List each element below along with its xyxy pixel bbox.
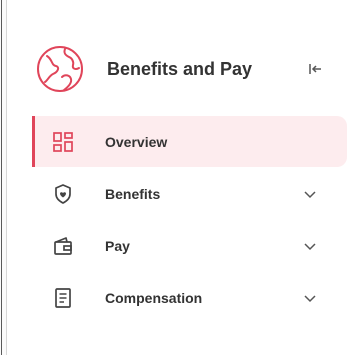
nav-item-pay[interactable]: Pay	[32, 220, 347, 271]
chevron-down-icon[interactable]	[302, 290, 318, 306]
nav-label-compensation: Compensation	[105, 289, 203, 306]
dashboard-icon	[53, 132, 73, 152]
benefits-sidebar: Benefits and Pay Overview Benefits Pay C…	[0, 0, 361, 355]
document-icon	[55, 288, 71, 308]
sidebar-header: Benefits and Pay	[35, 44, 345, 94]
sidebar-nav: Overview Benefits Pay Compensation	[32, 116, 347, 324]
globe-icon	[37, 46, 83, 92]
window-edge	[0, 0, 7, 355]
nav-item-compensation[interactable]: Compensation	[32, 272, 347, 323]
nav-item-benefits[interactable]: Benefits	[32, 168, 347, 219]
nav-label-overview: Overview	[105, 133, 168, 150]
collapse-sidebar-button[interactable]	[303, 57, 327, 81]
nav-label-benefits: Benefits	[105, 185, 161, 202]
wallet-icon	[54, 237, 72, 255]
nav-item-overview[interactable]: Overview	[32, 116, 347, 167]
chevron-down-icon[interactable]	[302, 186, 318, 202]
chevron-down-icon[interactable]	[302, 238, 318, 254]
collapse-sidebar-icon	[309, 64, 321, 74]
nav-label-pay: Pay	[105, 237, 130, 254]
app-title: Benefits and Pay	[107, 58, 253, 79]
shield-heart-icon	[55, 184, 71, 204]
